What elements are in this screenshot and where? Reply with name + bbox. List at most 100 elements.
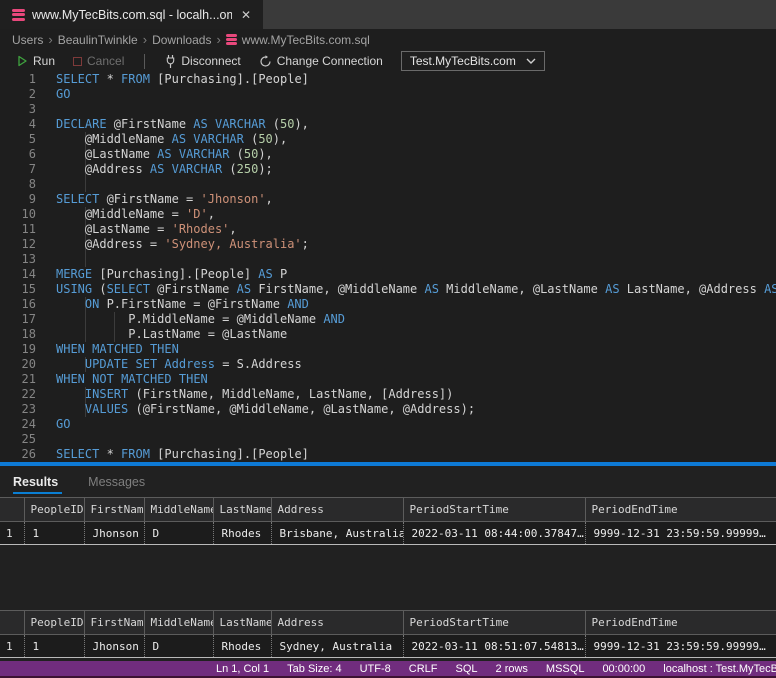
row-number-cell[interactable]: 1 [0,522,24,545]
editor-tab-bar: www.MyTecBits.com.sql - localh...om (sa)… [0,0,776,29]
breadcrumb-item[interactable]: Users [12,33,43,47]
code-line[interactable]: 15USING (SELECT @FirstName AS FirstName,… [0,282,776,297]
breadcrumb-item[interactable]: BeaulinTwinkle [58,33,138,47]
breadcrumb-item[interactable]: Downloads [152,33,211,47]
code-line[interactable]: 21WHEN NOT MATCHED THEN [0,372,776,387]
result-cell[interactable]: 1 [24,522,84,545]
result-cell[interactable]: 9999-12-31 23:59:59.99999… [585,635,776,658]
code-line[interactable]: 5 @MiddleName AS VARCHAR (50), [0,132,776,147]
column-header[interactable]: Address [271,611,403,635]
results-tab-messages[interactable]: Messages [88,466,145,497]
code-line[interactable]: 16 ON P.FirstName = @FirstName AND [0,297,776,312]
code-line[interactable]: 26SELECT * FROM [Purchasing].[People] [0,447,776,462]
code-line[interactable]: 14MERGE [Purchasing].[People] AS P [0,267,776,282]
code-line[interactable]: 17 P.MiddleName = @MiddleName AND [0,312,776,327]
run-button[interactable]: Run [10,51,61,71]
code-text: INSERT (FirstName, MiddleName, LastName,… [56,387,453,402]
code-line[interactable]: 22 INSERT (FirstName, MiddleName, LastNa… [0,387,776,402]
code-line[interactable]: 7 @Address AS VARCHAR (250); [0,162,776,177]
results-grid-2: PeopleIDFirstNameMiddleNameLastNameAddre… [0,610,776,658]
result-row[interactable]: 11JhonsonDRhodesSydney, Australia2022-03… [0,635,776,658]
status-item[interactable]: 00:00:00 [593,663,654,675]
code-line[interactable]: 23 VALUES (@FirstName, @MiddleName, @Las… [0,402,776,417]
results-tab-results[interactable]: Results [13,466,58,497]
column-header[interactable]: PeopleID [24,498,84,522]
disconnect-button[interactable]: Disconnect [159,51,246,71]
code-text: SELECT * FROM [Purchasing].[People] [56,72,309,87]
code-line[interactable]: 25 [0,432,776,447]
column-header[interactable] [0,611,24,635]
result-row[interactable]: 11JhonsonDRhodesBrisbane, Australia2022-… [0,522,776,545]
row-number-cell[interactable]: 1 [0,635,24,658]
code-text: @Address AS VARCHAR (250); [56,162,273,177]
line-number: 21 [0,372,36,387]
code-line[interactable]: 13 [0,252,776,267]
code-line[interactable]: 24GO [0,417,776,432]
column-header[interactable]: PeriodStartTime [403,611,585,635]
code-line[interactable]: 10 @MiddleName = 'D', [0,207,776,222]
line-number: 12 [0,237,36,252]
status-item[interactable]: 2 rows [487,663,537,675]
line-number: 25 [0,432,36,447]
column-header[interactable]: PeriodStartTime [403,498,585,522]
close-icon[interactable]: ✕ [239,8,253,22]
editor-tab[interactable]: www.MyTecBits.com.sql - localh...om (sa)… [0,0,263,29]
result-cell[interactable]: 2022-03-11 08:51:07.54813… [403,635,585,658]
line-number: 26 [0,447,36,462]
status-item[interactable]: SQL [447,663,487,675]
connection-dropdown[interactable]: Test.MyTecBits.com [401,51,545,71]
column-header[interactable]: FirstName [84,498,144,522]
status-item[interactable]: Tab Size: 4 [278,663,350,675]
sql-editor[interactable]: 1SELECT * FROM [Purchasing].[People]2GO3… [0,72,776,462]
result-cell[interactable]: Jhonson [84,522,144,545]
line-number: 20 [0,357,36,372]
indent-guide [85,177,86,192]
code-line[interactable]: 12 @Address = 'Sydney, Australia'; [0,237,776,252]
result-cell[interactable]: Rhodes [213,635,271,658]
result-cell[interactable]: Brisbane, Australia [271,522,403,545]
status-item[interactable]: UTF-8 [351,663,400,675]
breadcrumb-separator: › [216,32,220,47]
column-header[interactable]: Address [271,498,403,522]
result-cell[interactable]: D [144,635,213,658]
column-header[interactable]: PeopleID [24,611,84,635]
column-header[interactable]: FirstName [84,611,144,635]
line-number: 13 [0,252,36,267]
code-line[interactable]: 2GO [0,87,776,102]
result-cell[interactable]: Jhonson [84,635,144,658]
result-cell[interactable]: 9999-12-31 23:59:59.99999… [585,522,776,545]
column-header[interactable]: MiddleName [144,611,213,635]
code-line[interactable]: 6 @LastName AS VARCHAR (50), [0,147,776,162]
cancel-button[interactable]: Cancel [67,51,130,71]
column-header[interactable]: PeriodEndTime [585,611,776,635]
result-cell[interactable]: Sydney, Australia [271,635,403,658]
result-cell[interactable]: 1 [24,635,84,658]
breadcrumb-file[interactable]: www.MyTecBits.com.sql [242,33,370,47]
column-header[interactable]: PeriodEndTime [585,498,776,522]
code-line[interactable]: 3 [0,102,776,117]
result-cell[interactable]: Rhodes [213,522,271,545]
code-text: VALUES (@FirstName, @MiddleName, @LastNa… [56,402,475,417]
status-item[interactable]: CRLF [400,663,447,675]
column-header[interactable]: LastName [213,611,271,635]
code-line[interactable]: 8 [0,177,776,192]
code-line[interactable]: 4DECLARE @FirstName AS VARCHAR (50), [0,117,776,132]
column-header[interactable]: MiddleName [144,498,213,522]
code-line[interactable]: 9SELECT @FirstName = 'Jhonson', [0,192,776,207]
result-cell[interactable]: 2022-03-11 08:44:00.37847… [403,522,585,545]
column-header[interactable]: LastName [213,498,271,522]
line-number: 14 [0,267,36,282]
change-connection-button[interactable]: Change Connection [253,51,389,71]
results-tab-bar: Results Messages [0,466,776,497]
code-line[interactable]: 11 @LastName = 'Rhodes', [0,222,776,237]
column-header[interactable] [0,498,24,522]
status-connection[interactable]: localhost : Test.MyTecB [654,663,776,675]
status-item[interactable]: MSSQL [537,663,594,675]
code-line[interactable]: 18 P.LastName = @LastName [0,327,776,342]
status-item[interactable]: Ln 1, Col 1 [207,663,278,675]
code-line[interactable]: 1SELECT * FROM [Purchasing].[People] [0,72,776,87]
code-line[interactable]: 20 UPDATE SET Address = S.Address [0,357,776,372]
result-cell[interactable]: D [144,522,213,545]
code-line[interactable]: 19WHEN MATCHED THEN [0,342,776,357]
indent-guide [85,252,86,267]
